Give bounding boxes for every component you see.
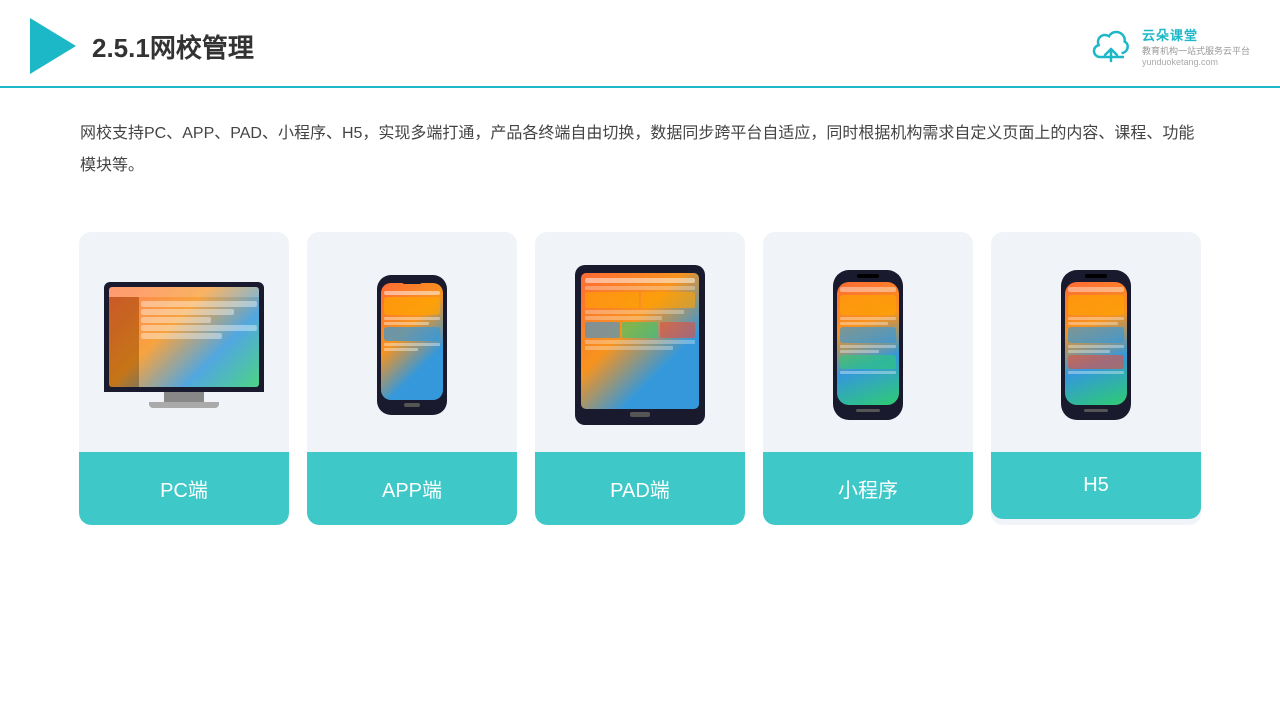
card-app: APP端 <box>307 232 517 525</box>
header-right: 云朵课堂 教育机构一站式服务云平台 yunduoketang.com <box>1086 25 1250 67</box>
card-app-label: APP端 <box>307 452 517 525</box>
cloud-logo: 云朵课堂 教育机构一站式服务云平台 yunduoketang.com <box>1086 25 1250 67</box>
pc-mockup <box>104 282 264 408</box>
app-phone-mockup <box>377 275 447 415</box>
logo-text-block: 云朵课堂 教育机构一站式服务云平台 yunduoketang.com <box>1142 25 1250 67</box>
card-pad-label: PAD端 <box>535 452 745 525</box>
header: 2.5.1网校管理 云朵课堂 教育机构一站式服务云平台 yunduoketang… <box>0 0 1280 88</box>
card-miniprogram: 小程序 <box>763 232 973 525</box>
page-title: 2.5.1网校管理 <box>92 28 254 65</box>
card-pc-image <box>79 232 289 452</box>
card-pad: PAD端 <box>535 232 745 525</box>
tablet-mockup <box>575 265 705 425</box>
logo-main-text: 云朵课堂 <box>1142 25 1198 44</box>
h5-phone-mockup <box>1061 270 1131 420</box>
card-pc: PC端 <box>79 232 289 525</box>
cloud-icon <box>1086 29 1136 64</box>
card-pad-image <box>535 232 745 452</box>
card-h5: H5 <box>991 232 1201 525</box>
card-h5-label: H5 <box>991 452 1201 519</box>
logo-url-text: yunduoketang.com <box>1142 57 1218 67</box>
description-text: 网校支持PC、APP、PAD、小程序、H5，实现多端打通，产品各终端自由切换，数… <box>0 88 1280 202</box>
cards-container: PC端 APP端 <box>0 212 1280 545</box>
card-h5-image <box>991 232 1201 452</box>
card-app-image <box>307 232 517 452</box>
miniprogram-phone-mockup <box>833 270 903 420</box>
card-miniprogram-label: 小程序 <box>763 452 973 525</box>
card-miniprogram-image <box>763 232 973 452</box>
logo-sub-text: 教育机构一站式服务云平台 <box>1142 44 1250 57</box>
card-pc-label: PC端 <box>79 452 289 525</box>
brand-triangle-icon <box>30 18 76 74</box>
header-left: 2.5.1网校管理 <box>30 18 254 74</box>
